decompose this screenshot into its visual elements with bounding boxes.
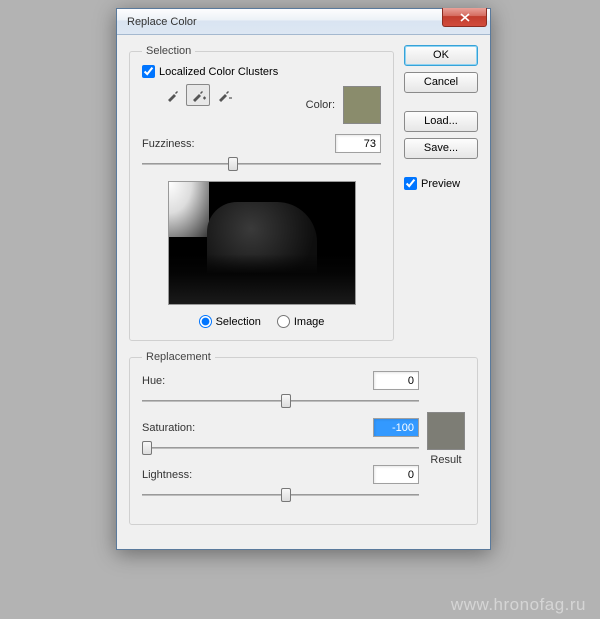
hue-label: Hue: [142, 375, 165, 387]
eyedropper-plus-icon [190, 88, 207, 103]
selection-preview [168, 181, 356, 305]
hue-slider[interactable] [142, 392, 419, 410]
fuzziness-label: Fuzziness: [142, 138, 195, 150]
eyedropper-minus-icon [216, 88, 233, 103]
close-button[interactable] [442, 8, 487, 27]
titlebar[interactable]: Replace Color [117, 9, 490, 35]
lightness-slider[interactable] [142, 486, 419, 504]
preview-checkbox-wrap: Preview [404, 177, 478, 190]
lightness-label: Lightness: [142, 469, 192, 481]
replace-color-dialog: Replace Color Selection Localized Color … [116, 8, 491, 550]
preview-label: Preview [421, 178, 460, 190]
ok-button[interactable]: OK [404, 45, 478, 66]
result-swatch[interactable] [427, 412, 465, 450]
close-icon [460, 13, 470, 22]
result-label: Result [430, 454, 461, 466]
view-mode-radios: Selection Image [142, 315, 381, 328]
lightness-input[interactable] [373, 465, 419, 484]
replacement-legend: Replacement [142, 351, 215, 363]
load-button[interactable]: Load... [404, 111, 478, 132]
watermark: www.hronofag.ru [451, 595, 586, 615]
eyedropper-add-tool[interactable] [186, 84, 210, 106]
saturation-input[interactable] [373, 418, 419, 437]
color-label: Color: [306, 99, 335, 111]
dialog-title: Replace Color [127, 16, 197, 28]
eyedropper-tool[interactable] [160, 84, 184, 106]
fuzziness-slider[interactable] [142, 155, 381, 173]
radio-selection[interactable]: Selection [199, 315, 261, 328]
selection-legend: Selection [142, 45, 195, 57]
selection-group: Selection Localized Color Clusters [129, 45, 394, 341]
save-button[interactable]: Save... [404, 138, 478, 159]
cancel-button[interactable]: Cancel [404, 72, 478, 93]
replacement-group: Replacement Hue: Saturation: [129, 351, 478, 525]
localized-clusters-label: Localized Color Clusters [159, 66, 278, 78]
side-buttons: OK Cancel Load... Save... Preview [404, 45, 478, 351]
eyedropper-subtract-tool[interactable] [212, 84, 236, 106]
saturation-label: Saturation: [142, 422, 195, 434]
localized-clusters-checkbox[interactable] [142, 65, 155, 78]
eyedropper-icon [165, 88, 180, 103]
saturation-slider[interactable] [142, 439, 419, 457]
fuzziness-input[interactable] [335, 134, 381, 153]
hue-input[interactable] [373, 371, 419, 390]
color-swatch[interactable] [343, 86, 381, 124]
preview-checkbox[interactable] [404, 177, 417, 190]
radio-image[interactable]: Image [277, 315, 325, 328]
dialog-body: Selection Localized Color Clusters [117, 35, 490, 549]
